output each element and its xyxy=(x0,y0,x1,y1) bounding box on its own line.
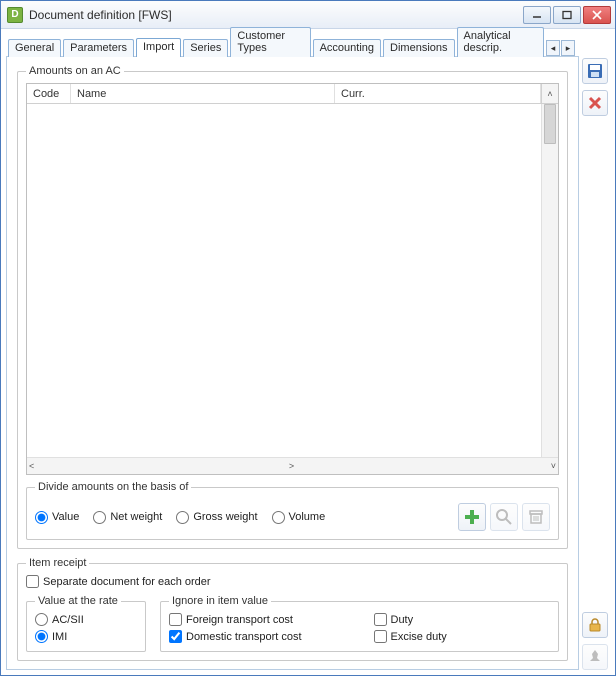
divide-legend: Divide amounts on the basis of xyxy=(35,481,191,493)
tab-general[interactable]: General xyxy=(8,39,61,57)
tab-accounting[interactable]: Accounting xyxy=(313,39,381,57)
check-domestic-transport[interactable]: Domestic transport cost xyxy=(169,630,346,643)
table-body xyxy=(27,104,558,457)
check-duty-input[interactable] xyxy=(374,613,387,626)
amounts-table[interactable]: Code Name Curr. ˄ < > xyxy=(26,83,559,475)
close-button[interactable] xyxy=(583,6,611,24)
save-button[interactable] xyxy=(582,58,608,84)
titlebar: D Document definition [FWS] xyxy=(1,1,615,29)
tab-analytical-descrip[interactable]: Analytical descrip. xyxy=(457,27,545,57)
check-duty-label: Duty xyxy=(391,614,414,626)
radio-gross-label: Gross weight xyxy=(193,511,257,523)
check-domestic-input[interactable] xyxy=(169,630,182,643)
radio-net-label: Net weight xyxy=(110,511,162,523)
radio-imi[interactable]: IMI xyxy=(35,630,137,643)
value-at-rate-legend: Value at the rate xyxy=(35,595,121,607)
trash-icon xyxy=(527,508,545,526)
tabs: General Parameters Import Series Custome… xyxy=(6,34,579,56)
check-duty[interactable]: Duty xyxy=(374,613,551,626)
radio-value[interactable]: Value xyxy=(35,511,79,524)
tab-panel-import: Amounts on an AC Code Name Curr. ˄ xyxy=(6,56,579,670)
value-at-rate-group: Value at the rate AC/SII IMI xyxy=(26,595,146,652)
check-excise-input[interactable] xyxy=(374,630,387,643)
add-button[interactable] xyxy=(458,503,486,531)
tab-import[interactable]: Import xyxy=(136,38,181,57)
app-icon: D xyxy=(7,7,23,23)
radio-imi-input[interactable] xyxy=(35,630,48,643)
radio-volume-input[interactable] xyxy=(272,511,285,524)
check-separate-doc-input[interactable] xyxy=(26,575,39,588)
scroll-down-icon[interactable]: ˅ xyxy=(551,461,556,471)
check-foreign-label: Foreign transport cost xyxy=(186,614,293,626)
delete-icon xyxy=(587,95,603,111)
radio-volume[interactable]: Volume xyxy=(272,511,326,524)
maximize-button[interactable] xyxy=(553,6,581,24)
col-name[interactable]: Name xyxy=(71,84,335,103)
save-icon xyxy=(587,63,603,79)
window-frame: D Document definition [FWS] General Para… xyxy=(0,0,616,676)
remove-button[interactable] xyxy=(522,503,550,531)
scrollbar-thumb[interactable] xyxy=(544,104,556,144)
table-header: Code Name Curr. ˄ xyxy=(27,84,558,104)
radio-gross-input[interactable] xyxy=(176,511,189,524)
window-title: Document definition [FWS] xyxy=(29,8,523,22)
divide-group: Divide amounts on the basis of Value Net… xyxy=(26,481,559,540)
check-foreign-transport[interactable]: Foreign transport cost xyxy=(169,613,346,626)
scroll-up-button[interactable]: ˄ xyxy=(541,84,558,103)
col-curr[interactable]: Curr. xyxy=(335,84,541,103)
radio-value-label: Value xyxy=(52,511,79,523)
pin-icon xyxy=(587,649,603,665)
radio-acsii-label: AC/SII xyxy=(52,614,84,626)
radio-gross-weight[interactable]: Gross weight xyxy=(176,511,257,524)
radio-acsii[interactable]: AC/SII xyxy=(35,613,137,626)
check-separate-doc[interactable]: Separate document for each order xyxy=(26,575,211,588)
delete-button[interactable] xyxy=(582,90,608,116)
tab-parameters[interactable]: Parameters xyxy=(63,39,134,57)
scroll-right-icon[interactable]: > xyxy=(289,461,294,471)
search-button[interactable] xyxy=(490,503,518,531)
window-controls xyxy=(523,6,611,24)
col-code[interactable]: Code xyxy=(27,84,71,103)
amounts-legend: Amounts on an AC xyxy=(26,65,124,77)
radio-imi-label: IMI xyxy=(52,631,67,643)
lock-icon xyxy=(587,617,603,633)
tab-series[interactable]: Series xyxy=(183,39,228,57)
check-domestic-label: Domestic transport cost xyxy=(186,631,302,643)
magnifier-icon xyxy=(495,508,513,526)
side-toolbar xyxy=(579,34,611,670)
radio-net-input[interactable] xyxy=(93,511,106,524)
amounts-group: Amounts on an AC Code Name Curr. ˄ xyxy=(17,65,568,549)
check-foreign-input[interactable] xyxy=(169,613,182,626)
horizontal-scrollbar[interactable]: < > ˅ xyxy=(27,457,558,474)
ignore-group: Ignore in item value Foreign transport c… xyxy=(160,595,559,652)
vertical-scrollbar[interactable] xyxy=(541,104,558,457)
item-receipt-legend: Item receipt xyxy=(26,557,89,569)
radio-value-input[interactable] xyxy=(35,511,48,524)
tabs-scroll-right[interactable]: ▸ xyxy=(561,40,575,56)
lock-button[interactable] xyxy=(582,612,608,638)
ignore-legend: Ignore in item value xyxy=(169,595,271,607)
radio-volume-label: Volume xyxy=(289,511,326,523)
tabs-scroll-left[interactable]: ◂ xyxy=(546,40,560,56)
check-separate-doc-label: Separate document for each order xyxy=(43,576,211,588)
check-excise-label: Excise duty xyxy=(391,631,447,643)
radio-net-weight[interactable]: Net weight xyxy=(93,511,162,524)
item-receipt-group: Item receipt Separate document for each … xyxy=(17,557,568,661)
plus-icon xyxy=(463,508,481,526)
check-excise-duty[interactable]: Excise duty xyxy=(374,630,551,643)
tab-dimensions[interactable]: Dimensions xyxy=(383,39,454,57)
scroll-left-icon[interactable]: < xyxy=(29,461,34,471)
radio-acsii-input[interactable] xyxy=(35,613,48,626)
minimize-button[interactable] xyxy=(523,6,551,24)
pin-button[interactable] xyxy=(582,644,608,670)
tab-customer-types[interactable]: Customer Types xyxy=(230,27,310,57)
